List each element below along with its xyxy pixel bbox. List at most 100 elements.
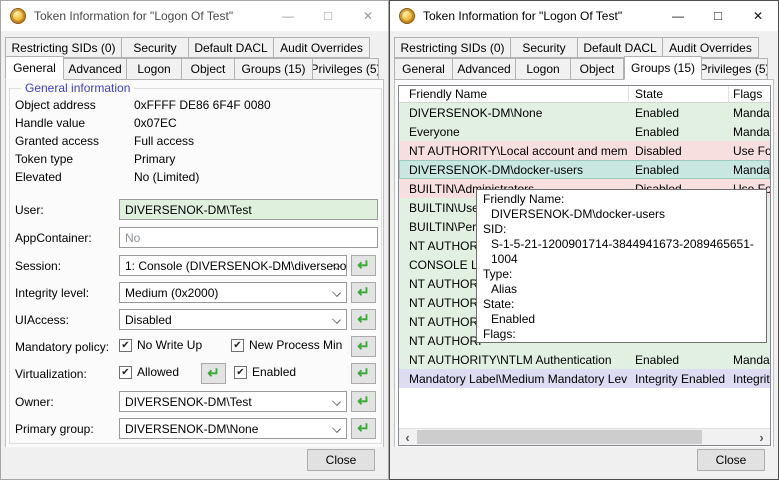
mandatory-policy-apply-button[interactable]: ↵ — [351, 336, 376, 357]
virtualization-apply-button[interactable]: ↵ — [351, 363, 376, 384]
integrity-combobox[interactable]: Medium (0x2000) — [119, 282, 347, 303]
info-value: Primary — [134, 152, 176, 166]
close-button[interactable]: ✕ — [348, 1, 388, 31]
integrity-apply-button[interactable]: ↵ — [351, 282, 376, 303]
tab-privileges-5[interactable]: Privileges (5) — [702, 58, 768, 80]
table-row[interactable]: Everyone Enabled Mandat — [399, 122, 770, 141]
table-cell: Mandat — [733, 352, 770, 367]
table-cell: Mandatory Label\Medium Mandatory Level — [409, 371, 627, 386]
tab-general[interactable]: General — [394, 58, 453, 80]
scrollbar-thumb[interactable] — [417, 430, 702, 444]
tab-logon[interactable]: Logon — [516, 58, 571, 80]
tab-security[interactable]: Security — [511, 37, 578, 58]
user-field[interactable]: DIVERSENOK-DM\Test — [119, 199, 378, 220]
minimize-icon: — — [282, 9, 294, 23]
tab-restricting-sids-0[interactable]: Restricting SIDs (0) — [394, 37, 511, 58]
enter-arrow-icon: ↵ — [357, 393, 370, 410]
virtualization-allowed-apply-button[interactable]: ↵ — [201, 363, 226, 384]
scroll-left-icon[interactable]: ‹ — [399, 429, 416, 445]
chevron-down-icon — [332, 288, 341, 297]
horizontal-scrollbar[interactable]: ‹ › — [399, 428, 770, 445]
info-row: Token type Primary — [15, 152, 175, 168]
close-icon: ✕ — [362, 9, 374, 23]
tab-privileges-5[interactable]: Privileges (5) — [313, 58, 379, 80]
table-cell: NT AUTHORITY\NTLM Authentication — [409, 352, 612, 367]
tab-audit-overrides[interactable]: Audit Overrides — [274, 37, 370, 58]
info-label: Elevated — [15, 170, 62, 184]
table-cell: DIVERSENOK-DM\docker-users — [409, 162, 584, 177]
tab-strip-top: Restricting SIDs (0) Security Default DACL… — [394, 37, 759, 58]
groupbox-title: General information — [21, 81, 135, 95]
virtualization-allowed-checkbox[interactable]: ✔ Allowed — [119, 365, 179, 379]
close-button[interactable]: ✕ — [738, 1, 778, 31]
info-value: 0x07EC — [134, 116, 177, 130]
primary-group-label: Primary group: — [15, 422, 94, 436]
owner-combobox[interactable]: DIVERSENOK-DM\Test — [119, 391, 347, 412]
session-combobox[interactable]: 1: Console (DIVERSENOK-DM\diversenok) — [119, 255, 347, 276]
tooltip-label: SID: — [483, 222, 507, 236]
info-value: Full access — [134, 134, 195, 148]
tab-general[interactable]: General — [5, 56, 64, 80]
minimize-button[interactable]: — — [268, 1, 308, 31]
uiaccess-combobox[interactable]: Disabled — [119, 309, 347, 330]
left-window: Token Information for "Logon Of Test" — … — [0, 0, 389, 480]
table-row-selected[interactable]: DIVERSENOK-DM\docker-users Enabled Mandat — [399, 160, 770, 179]
info-row: Granted access Full access — [15, 134, 194, 150]
new-process-min-checkbox[interactable]: ✔ New Process Min — [231, 338, 342, 352]
close-dialog-button[interactable]: Close — [307, 449, 375, 471]
tooltip-label: Type: — [483, 267, 513, 281]
tab-audit-overrides[interactable]: Audit Overrides — [663, 37, 759, 58]
column-header-state[interactable]: State — [635, 87, 663, 101]
column-header-flags[interactable]: Flags — [733, 87, 762, 101]
tab-advanced[interactable]: Advanced — [64, 58, 127, 80]
maximize-icon: □ — [714, 7, 722, 23]
table-cell: Disabled — [635, 143, 682, 158]
maximize-icon: □ — [324, 7, 332, 23]
table-row[interactable]: Mandatory Label\Medium Mandatory Level In… — [399, 369, 770, 388]
tab-strip-bottom: General Advanced Logon Object Groups (15) Pri… — [394, 56, 768, 80]
tab-security[interactable]: Security — [122, 37, 189, 58]
uiaccess-apply-button[interactable]: ↵ — [351, 309, 376, 330]
tab-advanced[interactable]: Advanced — [453, 58, 516, 80]
close-dialog-button[interactable]: Close — [697, 449, 765, 471]
maximize-button[interactable]: □ — [698, 1, 738, 31]
no-write-up-checkbox[interactable]: ✔ No Write Up — [119, 338, 202, 352]
table-row[interactable]: DIVERSENOK-DM\None Enabled Mandat — [399, 103, 770, 122]
primary-group-combobox[interactable]: DIVERSENOK-DM\None — [119, 418, 347, 439]
tab-object[interactable]: Object — [182, 58, 235, 80]
tab-groups-15[interactable]: Groups (15) — [624, 56, 702, 80]
tab-default-dacl[interactable]: Default DACL — [578, 37, 663, 58]
list-header: Friendly Name State Flags — [399, 86, 770, 103]
scroll-right-icon[interactable]: › — [753, 429, 770, 445]
tab-logon[interactable]: Logon — [127, 58, 182, 80]
minimize-icon: — — [672, 9, 684, 23]
table-row[interactable]: NT AUTHORITY\NTLM Authentication Enabled M… — [399, 350, 770, 369]
session-apply-button[interactable]: ↵ — [351, 255, 376, 276]
maximize-button[interactable]: □ — [308, 1, 348, 31]
tab-groups-15[interactable]: Groups (15) — [235, 58, 313, 80]
info-row: Elevated No (Limited) — [15, 170, 199, 186]
app-coin-icon — [399, 8, 415, 24]
primary-group-apply-button[interactable]: ↵ — [351, 418, 376, 439]
table-cell: Enabled — [635, 124, 680, 139]
enter-arrow-icon: ↵ — [357, 365, 370, 382]
minimize-button[interactable]: — — [658, 1, 698, 31]
owner-apply-button[interactable]: ↵ — [351, 391, 376, 412]
tooltip-label: Friendly Name: — [483, 192, 565, 206]
virtualization-enabled-checkbox[interactable]: ✔ Enabled — [234, 365, 296, 379]
tab-object[interactable]: Object — [571, 58, 624, 80]
info-row: Object address 0xFFFF DE86 6F4F 0080 — [15, 98, 271, 114]
info-label: Handle value — [15, 116, 86, 130]
info-value: 0xFFFF DE86 6F4F 0080 — [134, 98, 271, 112]
enter-arrow-icon: ↵ — [357, 338, 370, 355]
tab-default-dacl[interactable]: Default DACL — [189, 37, 274, 58]
tab-restricting-sids-0[interactable]: Restricting SIDs (0) — [5, 37, 122, 58]
info-label: Token type — [15, 152, 74, 166]
table-row[interactable]: NT AUTHORITY\Local account and mem… Disab… — [399, 141, 770, 160]
info-value: No (Limited) — [134, 170, 200, 184]
mandatory-policy-label: Mandatory policy: — [15, 340, 110, 354]
tooltip-value: Enabled — [491, 312, 536, 326]
table-cell: Enabled — [635, 352, 680, 367]
appcontainer-field[interactable]: No — [119, 227, 378, 248]
column-header-friendly-name[interactable]: Friendly Name — [409, 87, 487, 101]
